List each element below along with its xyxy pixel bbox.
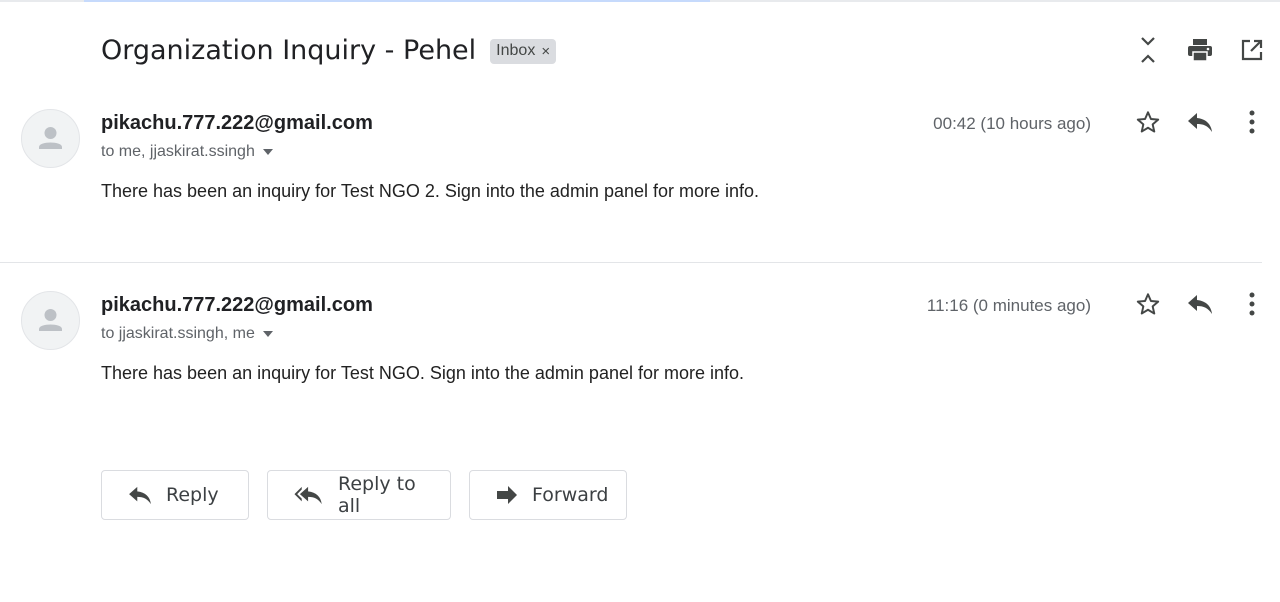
thread-actions xyxy=(1130,36,1270,64)
email-subject: Organization Inquiry - Pehel xyxy=(101,34,477,66)
default-person-icon xyxy=(39,127,62,149)
subject-row: Organization Inquiry - Pehel Inbox × xyxy=(101,30,557,70)
forward-icon xyxy=(496,485,518,505)
recipients-text: to me, jjaskirat.ssingh xyxy=(101,143,255,160)
inbox-label-chip[interactable]: Inbox × xyxy=(490,38,557,64)
default-person-icon xyxy=(39,309,62,331)
more-vertical-icon xyxy=(1249,110,1255,134)
message-body: There has been an inquiry for Test NGO. … xyxy=(101,363,745,383)
more-vertical-icon xyxy=(1249,292,1255,316)
star-icon xyxy=(1136,293,1160,315)
star-button[interactable] xyxy=(1130,290,1166,318)
print-all-button[interactable] xyxy=(1182,36,1218,64)
top-progress-segment xyxy=(84,0,710,2)
reply-icon xyxy=(1188,113,1212,132)
message-body: There has been an inquiry for Test NGO 2… xyxy=(101,181,760,201)
recipients-toggle[interactable]: to me, jjaskirat.ssingh xyxy=(101,143,273,161)
message-time: 11:16 (0 minutes ago) xyxy=(926,296,1091,315)
open-in-new-window-icon xyxy=(1241,39,1263,61)
recipients-text: to jjaskirat.ssingh, me xyxy=(101,325,255,342)
reply-icon xyxy=(1188,295,1212,314)
print-icon xyxy=(1188,39,1212,62)
reply-all-action-label: Reply to all xyxy=(338,473,416,517)
more-options-button[interactable] xyxy=(1234,108,1270,136)
remove-label-icon[interactable]: × xyxy=(541,43,550,60)
avatar[interactable] xyxy=(21,291,80,350)
top-progress-line xyxy=(0,0,1280,2)
reply-action-label: Reply xyxy=(166,484,219,506)
label-chip-text: Inbox xyxy=(496,42,536,59)
star-button[interactable] xyxy=(1130,108,1166,136)
more-options-button[interactable] xyxy=(1234,290,1270,318)
forward-action-button[interactable]: Forward xyxy=(469,470,627,520)
open-in-new-window-button[interactable] xyxy=(1234,36,1270,64)
recipients-caret-icon xyxy=(262,149,273,155)
compose-actions: Reply Reply to all Forward xyxy=(101,470,627,520)
reply-button[interactable] xyxy=(1182,108,1218,136)
reply-icon xyxy=(128,485,152,505)
avatar[interactable] xyxy=(21,109,80,168)
message-divider xyxy=(0,262,1262,263)
recipients-toggle[interactable]: to jjaskirat.ssingh, me xyxy=(101,325,273,343)
reply-all-action-button[interactable]: Reply to all xyxy=(267,470,451,520)
message-time: 00:42 (10 hours ago) xyxy=(933,114,1091,133)
reply-action-button[interactable]: Reply xyxy=(101,470,249,520)
collapse-all-icon xyxy=(1141,37,1155,63)
sender-email[interactable]: pikachu.777.222@gmail.com xyxy=(101,294,373,317)
collapse-all-button[interactable] xyxy=(1130,36,1166,64)
message-actions xyxy=(1130,290,1270,318)
message-actions xyxy=(1130,108,1270,136)
forward-action-label: Forward xyxy=(532,484,609,506)
reply-all-icon xyxy=(294,485,324,505)
star-icon xyxy=(1136,111,1160,133)
reply-button[interactable] xyxy=(1182,290,1218,318)
recipients-caret-icon xyxy=(262,331,273,337)
sender-email[interactable]: pikachu.777.222@gmail.com xyxy=(101,112,373,135)
